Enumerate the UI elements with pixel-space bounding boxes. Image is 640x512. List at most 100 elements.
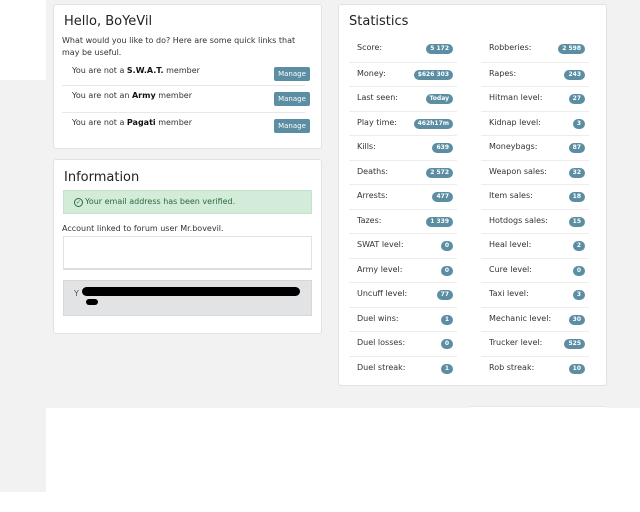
- stat-row: Weapon sales: 32: [481, 159, 589, 185]
- stat-value-badge: 3: [572, 290, 585, 300]
- stat-value-badge: 1: [440, 314, 453, 325]
- stat-value-badge: 477: [432, 192, 453, 202]
- manage-pagati-button[interactable]: Manage: [274, 119, 310, 133]
- stat-row: Kills: 639: [349, 135, 457, 160]
- stat-label: SWAT level:: [357, 240, 404, 249]
- page-gutter: [0, 80, 52, 492]
- membership-row-pagati: You are not a Pagati member Manage: [62, 112, 310, 138]
- stat-value-badge: Today: [425, 94, 453, 104]
- stat-label: Kidnap level:: [489, 117, 541, 127]
- stat-label: Hotdogs sales:: [489, 215, 548, 225]
- stat-value-badge: 5 172: [426, 44, 453, 54]
- stat-label: Weapon sales:: [489, 166, 547, 176]
- stat-label: Trucker level:: [489, 338, 543, 347]
- stat-value-badge: 0: [440, 339, 453, 349]
- stat-value-badge: 27: [568, 94, 585, 104]
- stat-label: Kills:: [357, 142, 376, 151]
- stat-label: Moneybags:: [489, 142, 538, 151]
- stat-row: Rob streak: 10: [481, 355, 589, 381]
- statistics-title: Statistics: [349, 14, 409, 29]
- manage-swat-button[interactable]: Manage: [274, 67, 310, 81]
- redaction-scribble: [86, 299, 98, 305]
- forum-link-text: Account linked to forum user Mr.bovevil.: [62, 224, 224, 233]
- stat-label: Duel losses:: [357, 338, 406, 347]
- stat-row: Last seen: Today: [349, 86, 457, 111]
- stat-row: Play time: 462h17m: [349, 110, 457, 136]
- stat-row: Taxi level: 3: [481, 282, 589, 307]
- stat-row: Cure level: 0: [481, 257, 589, 283]
- stat-row: SWAT level: 0: [349, 233, 457, 258]
- stat-row: Duel streak: 1: [349, 355, 457, 381]
- stat-value-badge: 639: [432, 143, 453, 153]
- stat-label: Deaths:: [357, 166, 389, 176]
- membership-row-swat: You are not a S.W.A.T. member Manage: [62, 61, 310, 87]
- redaction-scribble: [82, 287, 300, 296]
- stat-value-badge: 2: [572, 241, 585, 251]
- stat-label: Uncuff level:: [357, 289, 408, 298]
- stat-row: Arrests: 477: [349, 184, 457, 209]
- stat-row: Moneybags: 87: [481, 135, 589, 160]
- stat-value-badge: 15: [568, 216, 585, 227]
- stat-label: Heal level:: [489, 240, 532, 249]
- stat-label: Tazes:: [357, 215, 382, 225]
- stat-label: Play time:: [357, 117, 397, 127]
- stat-row: Hotdogs sales: 15: [481, 208, 589, 234]
- membership-text: You are not an Army member: [72, 91, 193, 100]
- stat-label: Arrests:: [357, 191, 388, 200]
- stat-row: Hitman level: 27: [481, 86, 589, 111]
- quick-links-intro: What would you like to do? Here are some…: [62, 36, 296, 57]
- stat-label: Taxi level:: [489, 289, 529, 298]
- stat-value-badge: 0: [440, 265, 453, 276]
- stat-label: Last seen:: [357, 93, 398, 102]
- stat-label: Duel wins:: [357, 313, 399, 323]
- stat-value-badge: 3: [572, 118, 585, 129]
- stat-value-badge: 32: [568, 167, 585, 178]
- stat-row: Mechanic level: 30: [481, 306, 589, 332]
- page-footer-area: [46, 408, 640, 512]
- stat-value-badge: 2 572: [426, 167, 453, 178]
- stat-label: Score:: [357, 43, 383, 52]
- manage-army-button[interactable]: Manage: [274, 92, 310, 106]
- membership-text: You are not a S.W.A.T. member: [72, 66, 200, 75]
- stat-value-badge: 2 598: [558, 44, 585, 54]
- stat-value-badge: 18: [568, 192, 585, 202]
- stat-row: Robberies: 2 598: [481, 37, 589, 62]
- stat-value-badge: 525: [564, 339, 585, 349]
- stat-row: Kidnap level: 3: [481, 110, 589, 136]
- stat-row: Item sales: 18: [481, 184, 589, 209]
- stat-row: Heal level: 2: [481, 233, 589, 258]
- stat-label: Duel streak:: [357, 362, 406, 372]
- stat-value-badge: 462h17m: [413, 118, 453, 129]
- stat-value-badge: 0: [572, 265, 585, 276]
- next-card-edge: [470, 406, 606, 411]
- redacted-text: Y: [74, 289, 79, 298]
- check-circle-icon: ✓: [74, 198, 83, 207]
- stat-value-badge: $626 303: [413, 69, 453, 80]
- stat-row: Duel losses: 0: [349, 331, 457, 356]
- empty-panel: [63, 236, 312, 270]
- stat-value-badge: 1: [440, 363, 453, 374]
- membership-text: You are not a Pagati member: [72, 118, 192, 127]
- stat-label: Item sales:: [489, 191, 533, 200]
- stat-row: Duel wins: 1: [349, 306, 457, 332]
- stat-row: Deaths: 2 572: [349, 159, 457, 185]
- stat-value-badge: 10: [568, 363, 585, 374]
- stat-value-badge: 243: [564, 69, 585, 80]
- greeting-title: Hello, BoYeVil: [64, 14, 153, 29]
- stat-row: Army level: 0: [349, 257, 457, 283]
- stats-left-column: Score: 5 172 Money: $626 303 Last seen: Today…: [349, 37, 457, 380]
- quick-links-card: Hello, BoYeVil What would you like to do…: [53, 4, 322, 149]
- stat-row: Tazes: 1 339: [349, 208, 457, 234]
- stat-label: Rob streak:: [489, 362, 535, 372]
- stat-label: Army level:: [357, 264, 403, 274]
- stats-right-column: Robberies: 2 598 Rapes: 243 Hitman level: 27 K…: [481, 37, 589, 380]
- stat-value-badge: 30: [568, 314, 585, 325]
- stat-label: Robberies:: [489, 43, 532, 52]
- stat-value-badge: 1 339: [426, 216, 453, 227]
- stat-value-badge: 0: [440, 241, 453, 251]
- stat-row: Trucker level: 525: [481, 331, 589, 356]
- redacted-panel: Y: [63, 280, 312, 316]
- stat-row: Rapes: 243: [481, 61, 589, 87]
- stat-label: Rapes:: [489, 68, 517, 78]
- stat-label: Cure level:: [489, 264, 532, 274]
